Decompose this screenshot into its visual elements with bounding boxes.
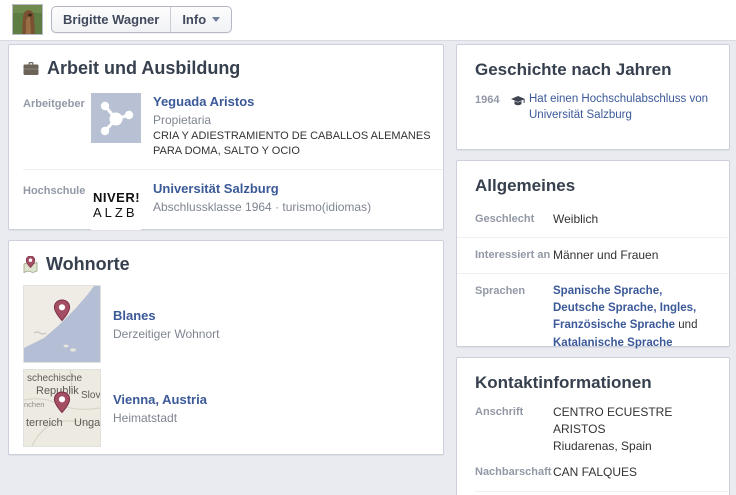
interested-row: Interessiert an Männer und Frauen (457, 237, 729, 273)
contact-card-title: Kontaktinformationen (457, 358, 729, 399)
map-pin-icon (23, 256, 38, 273)
gender-label: Geschlecht (475, 211, 553, 228)
languages-value: Spanische Sprache, Deutsche Sprache, Ing… (553, 283, 713, 352)
profile-nav: Brigitte Wagner Info (51, 6, 232, 33)
language-link[interactable]: Ingles (660, 302, 693, 314)
address-row: Anschrift CENTRO ECUESTRE ARISTOS Riudar… (457, 399, 729, 459)
employer-role: Propietaria (153, 113, 431, 127)
info-tab-label: Info (182, 12, 206, 27)
info-tab-button[interactable]: Info (170, 7, 231, 32)
current-city-row: Blanes Derzeitiger Wohnort (9, 283, 443, 365)
language-conjunction: und (675, 319, 697, 331)
language-link[interactable]: Französische Sprache (553, 319, 675, 331)
gender-value: Weiblich (553, 211, 598, 228)
languages-row: Sprachen Spanische Sprache, Deutsche Spr… (457, 273, 729, 361)
map-label: Slov (81, 390, 100, 401)
interested-value: Männer und Frauen (553, 247, 658, 264)
briefcase-icon (23, 61, 39, 76)
hometown-link[interactable]: Vienna, Austria (113, 392, 207, 407)
places-card: Wohnorte Blanes Derzeitiger Wohnort (8, 240, 444, 455)
profile-name-label: Brigitte Wagner (63, 12, 159, 27)
language-separator: , (659, 285, 662, 297)
language-link[interactable]: Katalanische Sprache (553, 337, 673, 349)
college-meta: Abschlussklasse 1964 · turismo(idiomas) (153, 200, 371, 214)
vienna-map-thumbnail[interactable]: schechische Republik Slov nchen terreich… (23, 369, 101, 447)
college-logo-text-1: NIVER! (93, 190, 141, 205)
languages-label: Sprachen (475, 283, 553, 352)
address-line-1: CENTRO ECUESTRE ARISTOS (553, 404, 715, 438)
map-label: nchen (24, 400, 44, 409)
hometown-row: schechische Republik Slov nchen terreich… (9, 367, 443, 449)
college-link[interactable]: Universität Salzburg (153, 181, 279, 196)
about-card-title: Allgemeines (457, 161, 729, 202)
address-line-2: Riudarenas, Spain (553, 438, 715, 455)
profile-name-button[interactable]: Brigitte Wagner (52, 7, 170, 32)
neighborhood-label: Nachbarschaft (475, 464, 553, 481)
work-card-title: Arbeit und Ausbildung (47, 58, 240, 79)
address-value: CENTRO ECUESTRE ARISTOS Riudarenas, Spai… (553, 404, 715, 454)
college-logo-text-2: ALZB (93, 205, 141, 220)
employer-details: Yeguada Aristos Propietaria CRIA Y ADIES… (153, 93, 431, 159)
employer-label: Arbeitgeber (23, 93, 91, 159)
college-row: Hochschule NIVER! ALZB Universität Salzb… (9, 174, 443, 236)
map-label: terreich (26, 417, 63, 429)
language-separator: , (693, 302, 696, 314)
row-divider (23, 169, 443, 170)
map-label: Unga (74, 417, 100, 429)
row-divider (475, 491, 729, 492)
employer-link[interactable]: Yeguada Aristos (153, 94, 254, 109)
gender-row: Geschlecht Weiblich (457, 202, 729, 237)
college-details: Universität Salzburg Abschlussklasse 196… (153, 180, 371, 230)
austria-map: schechische Republik Slov nchen terreich… (24, 370, 100, 446)
language-link[interactable]: Deutsche Sprache (553, 302, 653, 314)
horse-photo (13, 5, 42, 34)
contact-card: Kontaktinformationen Anschrift CENTRO EC… (456, 357, 730, 495)
address-label: Anschrift (475, 404, 553, 454)
language-link[interactable]: Spanische Sprache (553, 285, 659, 297)
blanes-map-thumbnail[interactable] (23, 285, 101, 363)
places-card-title: Wohnorte (46, 254, 130, 275)
college-thumbnail[interactable]: NIVER! ALZB (91, 180, 141, 230)
neighborhood-row: Nachbarschaft CAN FALQUES (457, 459, 729, 486)
history-event-link[interactable]: Hat einen Hochschulabschluss von Univers… (529, 92, 713, 123)
current-city-link[interactable]: Blanes (113, 308, 156, 323)
profile-avatar[interactable] (12, 4, 43, 35)
places-card-header: Wohnorte (9, 241, 443, 283)
employer-thumbnail[interactable] (91, 93, 141, 143)
employer-description: CRIA Y ADIESTRAMIENTO DE CABALLOS ALEMAN… (153, 129, 431, 159)
neighborhood-value: CAN FALQUES (553, 464, 637, 481)
employer-row: Arbeitgeber Yeguada Aristos Propietaria … (9, 87, 443, 165)
hometown-details: Vienna, Austria Heimatstadt (113, 369, 207, 447)
graduation-cap-icon (511, 92, 529, 123)
hometown-meta: Heimatstadt (113, 411, 207, 425)
work-card-header: Arbeit und Ausbildung (9, 45, 443, 87)
map-label: schechische (27, 373, 82, 384)
work-education-card: Arbeit und Ausbildung Arbeitgeber Yeguad… (8, 44, 444, 230)
current-city-details: Blanes Derzeitiger Wohnort (113, 285, 220, 363)
history-card-title: Geschichte nach Jahren (457, 45, 729, 86)
coastal-map (24, 286, 100, 362)
history-card: Geschichte nach Jahren 1964 Hat einen Ho… (456, 44, 730, 150)
chevron-down-icon (212, 17, 220, 22)
map-label-clipped: Region (56, 445, 91, 446)
network-icon (91, 93, 141, 143)
history-row: 1964 Hat einen Hochschulabschluss von Un… (457, 86, 729, 123)
about-card: Allgemeines Geschlecht Weiblich Interess… (456, 160, 730, 347)
history-year: 1964 (475, 92, 511, 123)
top-bar: Brigitte Wagner Info (0, 0, 736, 41)
current-city-meta: Derzeitiger Wohnort (113, 327, 220, 341)
college-label: Hochschule (23, 180, 91, 230)
interested-label: Interessiert an (475, 247, 553, 264)
